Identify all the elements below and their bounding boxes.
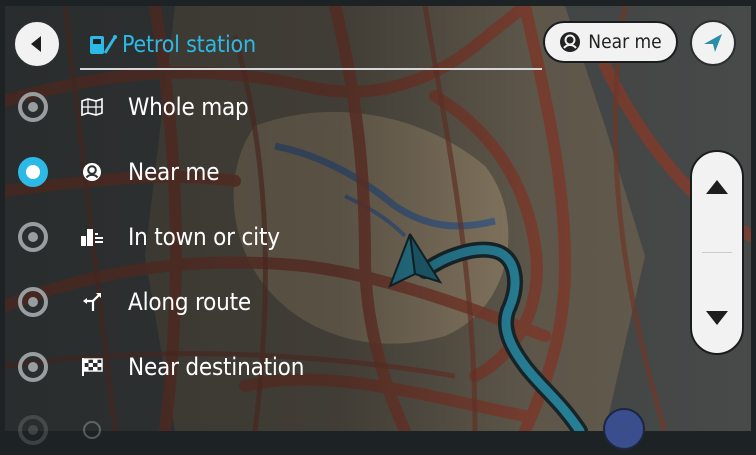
near-me-label: Near me: [588, 31, 662, 53]
option-partially-hidden: [18, 405, 378, 455]
scroll-control: [690, 150, 744, 355]
option-near-me[interactable]: Near me: [18, 147, 378, 197]
navigation-arrow-icon: [704, 34, 722, 52]
option-label: Along route: [128, 288, 252, 316]
scroll-divider: [702, 252, 732, 253]
back-arrow-icon: [31, 36, 41, 52]
chevron-down-icon: [706, 311, 728, 325]
checkered-flag-icon: [78, 357, 106, 377]
option-whole-map[interactable]: Whole map: [18, 82, 378, 132]
option-along-route[interactable]: Along route: [18, 277, 378, 327]
radio-button[interactable]: [18, 222, 48, 252]
route-arrow-icon: [78, 291, 106, 313]
chevron-up-icon: [706, 180, 728, 194]
globe-icon: [78, 420, 106, 440]
option-label: Whole map: [128, 93, 249, 121]
back-button[interactable]: [13, 20, 61, 68]
map-grid-icon: [78, 98, 106, 116]
petrol-pump-icon: [88, 33, 118, 57]
poi-marker-icon: [603, 408, 645, 450]
option-in-town-or-city[interactable]: In town or city: [18, 212, 378, 262]
near-me-button[interactable]: Near me: [543, 21, 678, 63]
location-pin-icon: [560, 32, 581, 52]
radio-button-selected[interactable]: [18, 157, 48, 187]
location-pin-icon: [78, 162, 106, 182]
location-button[interactable]: [690, 20, 736, 66]
radio-button[interactable]: [18, 92, 48, 122]
scroll-down-button[interactable]: [692, 283, 742, 353]
scroll-up-button[interactable]: [692, 152, 742, 222]
search-field[interactable]: Petrol station: [80, 22, 542, 70]
search-query: Petrol station: [122, 32, 256, 58]
radio-button[interactable]: [18, 287, 48, 317]
city-buildings-icon: [78, 227, 106, 247]
radio-button[interactable]: [18, 352, 48, 382]
option-label: In town or city: [128, 223, 280, 251]
option-label: Near me: [128, 158, 220, 186]
radio-button: [18, 415, 48, 445]
option-near-destination[interactable]: Near destination: [18, 342, 378, 392]
option-label: Near destination: [128, 353, 305, 381]
